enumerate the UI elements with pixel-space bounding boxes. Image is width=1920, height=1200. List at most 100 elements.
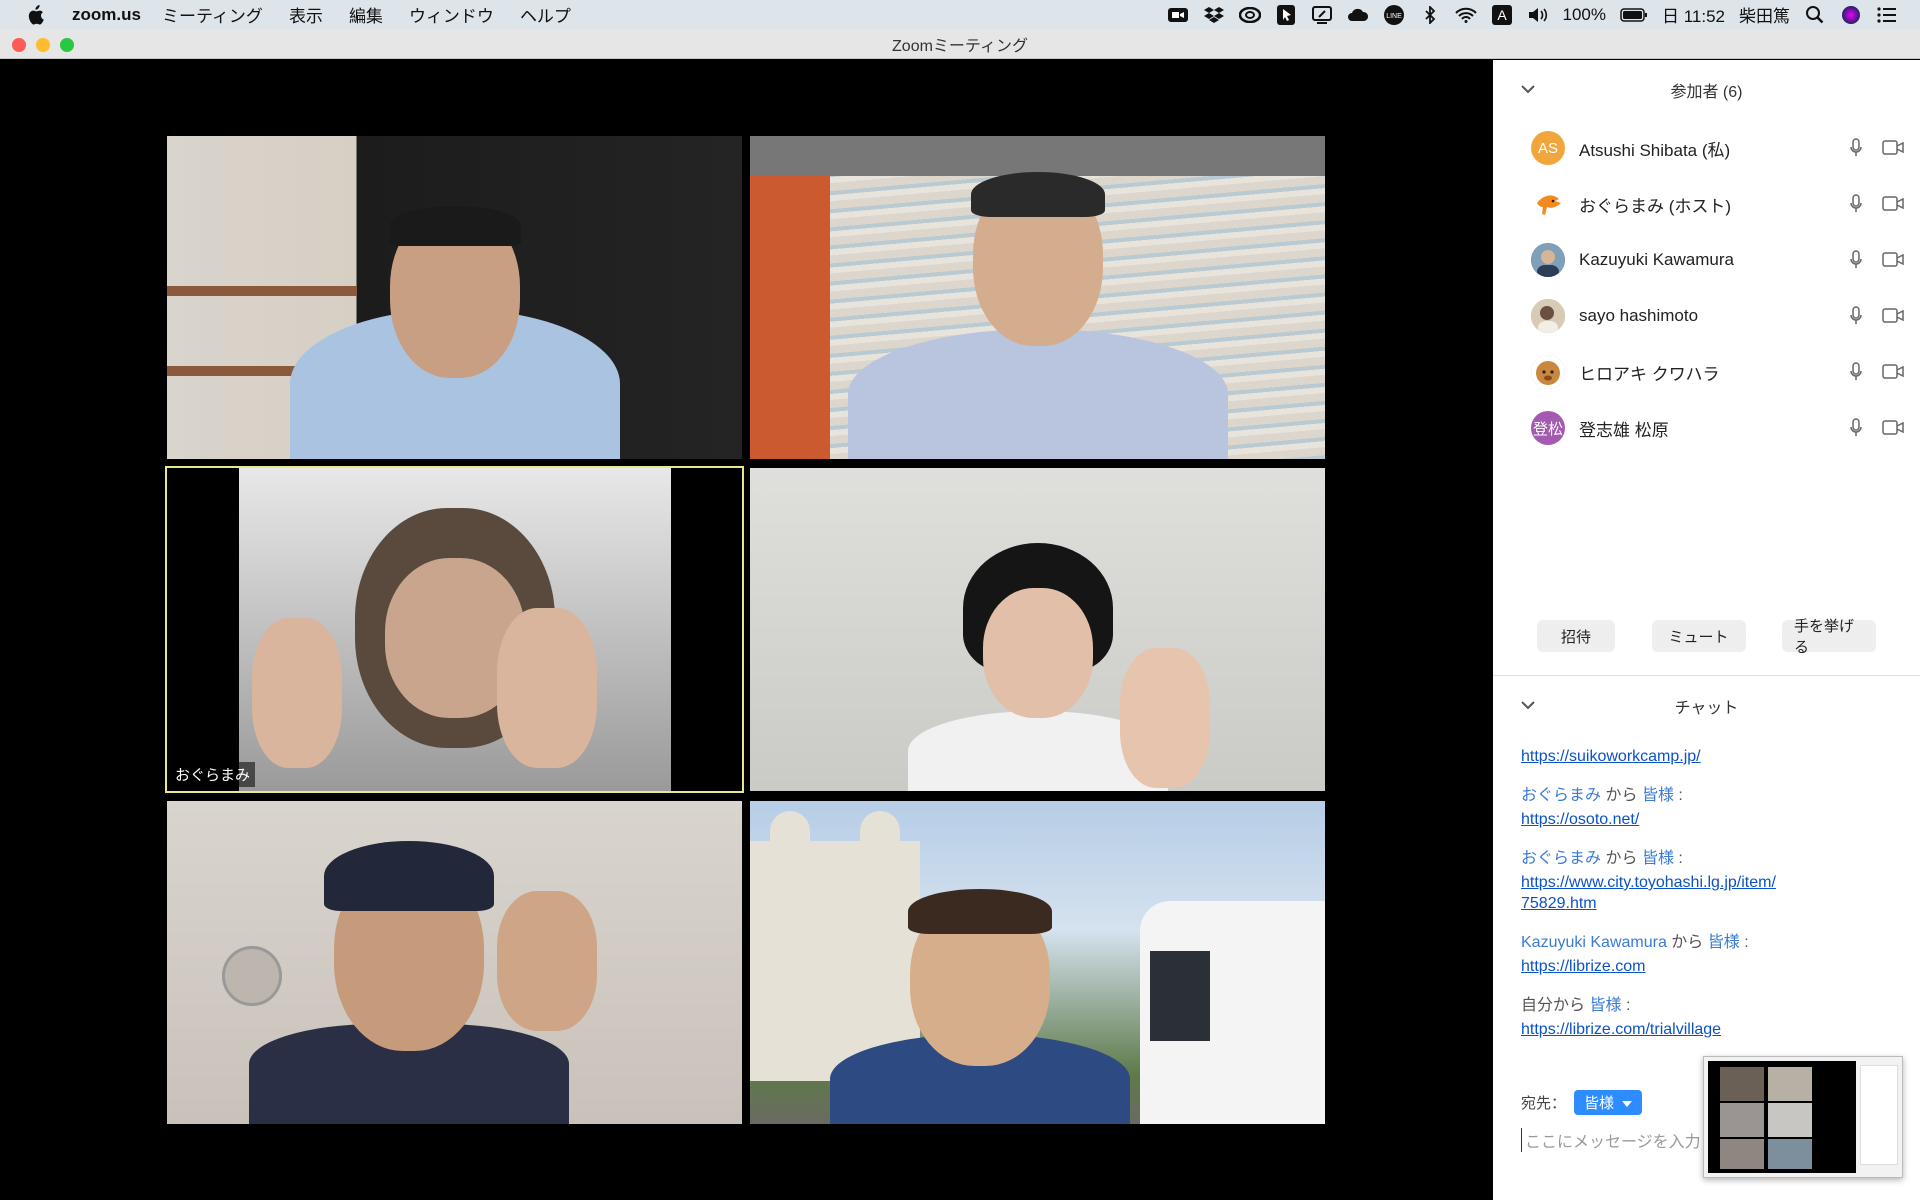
menu-window[interactable]: ウィンドウ [409,2,494,27]
chat-from: から [1671,934,1704,951]
chat-sender: Kazuyuki Kawamura [1521,934,1667,951]
video-tile-6[interactable] [750,801,1325,1124]
volume-icon[interactable] [1527,5,1549,25]
microphone-icon[interactable] [1850,418,1862,443]
recipient-dropdown[interactable]: 皆様 [1574,1090,1643,1115]
microphone-icon[interactable] [1850,194,1862,219]
chat-message: おぐらまみ から 皆様 : https://osoto.net/ [1521,781,1901,830]
app-menu[interactable]: zoom.us [72,5,141,25]
participant-row[interactable]: Kazuyuki Kawamura [1493,232,1920,288]
chat-colon: : [1678,850,1683,867]
apple-icon[interactable] [26,4,54,25]
siri-icon[interactable] [1840,5,1862,25]
chat-link[interactable]: https://osoto.net/ [1521,809,1901,830]
video-tile-1[interactable] [167,136,742,459]
chat-header: チャット [1493,676,1920,736]
cloud-icon[interactable] [1347,5,1369,25]
video-tile-5[interactable] [167,801,742,1124]
active-speaker-name: おぐらまみ [170,762,256,787]
screen-share-icon[interactable] [1311,5,1333,25]
chat-recipient: 皆様 [1641,850,1674,867]
chat-recipient: 皆様 [1589,997,1622,1014]
chat-message: Kazuyuki Kawamura から 皆様 : https://libriz… [1521,928,1901,977]
video-camera-icon[interactable] [1882,252,1904,272]
window-title: Zoomミーティング [892,37,1028,55]
chat-from: から [1605,787,1638,804]
menu-meeting[interactable]: ミーティング [162,2,263,27]
participants-list: AS Atsushi Shibata (私) おぐらまみ (ホスト) Kazuy… [1493,120,1920,456]
close-window-button[interactable] [12,38,26,52]
chat-link[interactable]: https://librize.com [1521,956,1901,977]
chat-link[interactable]: https://www.city.toyohashi.lg.jp/item/ [1521,872,1901,893]
chat-link-continued[interactable]: 75829.htm [1521,893,1901,914]
chat-colon: : [1744,934,1749,951]
dropbox-icon[interactable] [1203,5,1225,25]
screenshot-thumbnail[interactable] [1703,1056,1903,1178]
participant-row[interactable]: 登松 登志雄 松原 [1493,400,1920,456]
chat-message: 自分から 皆様 : https://librize.com/trialvilla… [1521,991,1901,1040]
chat-from: から [1553,997,1586,1014]
participant-name: ヒロアキ クワハラ [1579,364,1720,384]
chat-recipient: 皆様 [1707,934,1740,951]
notification-center-icon[interactable] [1876,5,1898,25]
video-camera-icon[interactable] [1882,140,1904,160]
avatar [1531,355,1565,389]
chat-recipient: 皆様 [1641,787,1674,804]
window-titlebar: Zoomミーティング [0,29,1920,59]
microphone-icon[interactable] [1850,362,1862,387]
status-area: LINE A 100% 日 11:52 柴田篤 [1167,0,1899,29]
menu-view[interactable]: 表示 [289,2,323,27]
collapse-chat-chevron-icon[interactable] [1521,697,1535,715]
video-tile-2[interactable] [750,136,1325,459]
line-icon[interactable]: LINE [1383,4,1405,25]
avatar: AS [1531,131,1565,165]
participant-row[interactable]: おぐらまみ (ホスト) [1493,176,1920,232]
menu-edit[interactable]: 編集 [349,2,383,27]
battery-icon[interactable] [1620,5,1648,25]
video-camera-icon[interactable] [1882,308,1904,328]
video-camera-icon[interactable] [1882,196,1904,216]
participant-row[interactable]: AS Atsushi Shibata (私) [1493,120,1920,176]
zoom-status-icon[interactable] [1167,5,1189,25]
invite-button[interactable]: 招待 [1537,620,1615,652]
microphone-icon[interactable] [1850,250,1862,275]
participant-row[interactable]: sayo hashimoto [1493,288,1920,344]
participants-header: 参加者 (6) [1493,60,1920,120]
participant-actions: 招待 ミュート 手を挙げる [1493,618,1920,656]
menu-help[interactable]: ヘルプ [520,2,571,27]
participants-title: 参加者 (6) [1670,84,1743,101]
avatar [1531,243,1565,277]
clock[interactable]: 日 11:52 [1662,2,1725,27]
video-tile-active-speaker[interactable]: おぐらまみ [165,466,744,793]
bluetooth-icon[interactable] [1419,5,1441,25]
cursor-tool-icon[interactable] [1275,4,1297,25]
creative-cloud-icon[interactable] [1238,5,1261,25]
menu-bar: zoom.us ミーティング 表示 編集 ウィンドウ ヘルプ LINE A 10… [0,0,1920,29]
wifi-icon[interactable] [1454,5,1477,25]
minimize-window-button[interactable] [36,38,50,52]
participant-row[interactable]: ヒロアキ クワハラ [1493,344,1920,400]
user-name[interactable]: 柴田篤 [1739,2,1790,27]
to-label: 宛先： [1521,1095,1567,1112]
raise-hand-button[interactable]: 手を挙げる [1782,618,1876,656]
video-tile-4[interactable] [750,468,1325,791]
thumbnail-video-area [1708,1061,1856,1173]
chat-title: チャット [1674,700,1739,717]
participant-name: sayo hashimoto [1579,306,1699,325]
mute-all-button[interactable]: ミュート [1651,620,1746,652]
thumbnail-panel [1860,1065,1898,1165]
chat-message-input[interactable]: ここにメッセージを入力 [1521,1128,1701,1152]
input-source-icon[interactable]: A [1491,4,1513,25]
side-panel: 参加者 (6) AS Atsushi Shibata (私) おぐらまみ (ホス… [1493,60,1920,1200]
microphone-icon[interactable] [1850,306,1862,331]
spotlight-icon[interactable] [1804,5,1826,25]
video-camera-icon[interactable] [1882,364,1904,384]
chat-link[interactable]: https://librize.com/trialvillage [1521,1019,1901,1040]
video-camera-icon[interactable] [1882,420,1904,440]
microphone-icon[interactable] [1850,138,1862,163]
chat-recipient-selector: 宛先： 皆様 [1521,1090,1643,1115]
zoom-window-button[interactable] [60,38,74,52]
participant-name: 登志雄 松原 [1579,420,1669,440]
collapse-participants-chevron-icon[interactable] [1521,81,1535,99]
chat-link[interactable]: https://suikoworkcamp.jp/ [1521,746,1901,767]
